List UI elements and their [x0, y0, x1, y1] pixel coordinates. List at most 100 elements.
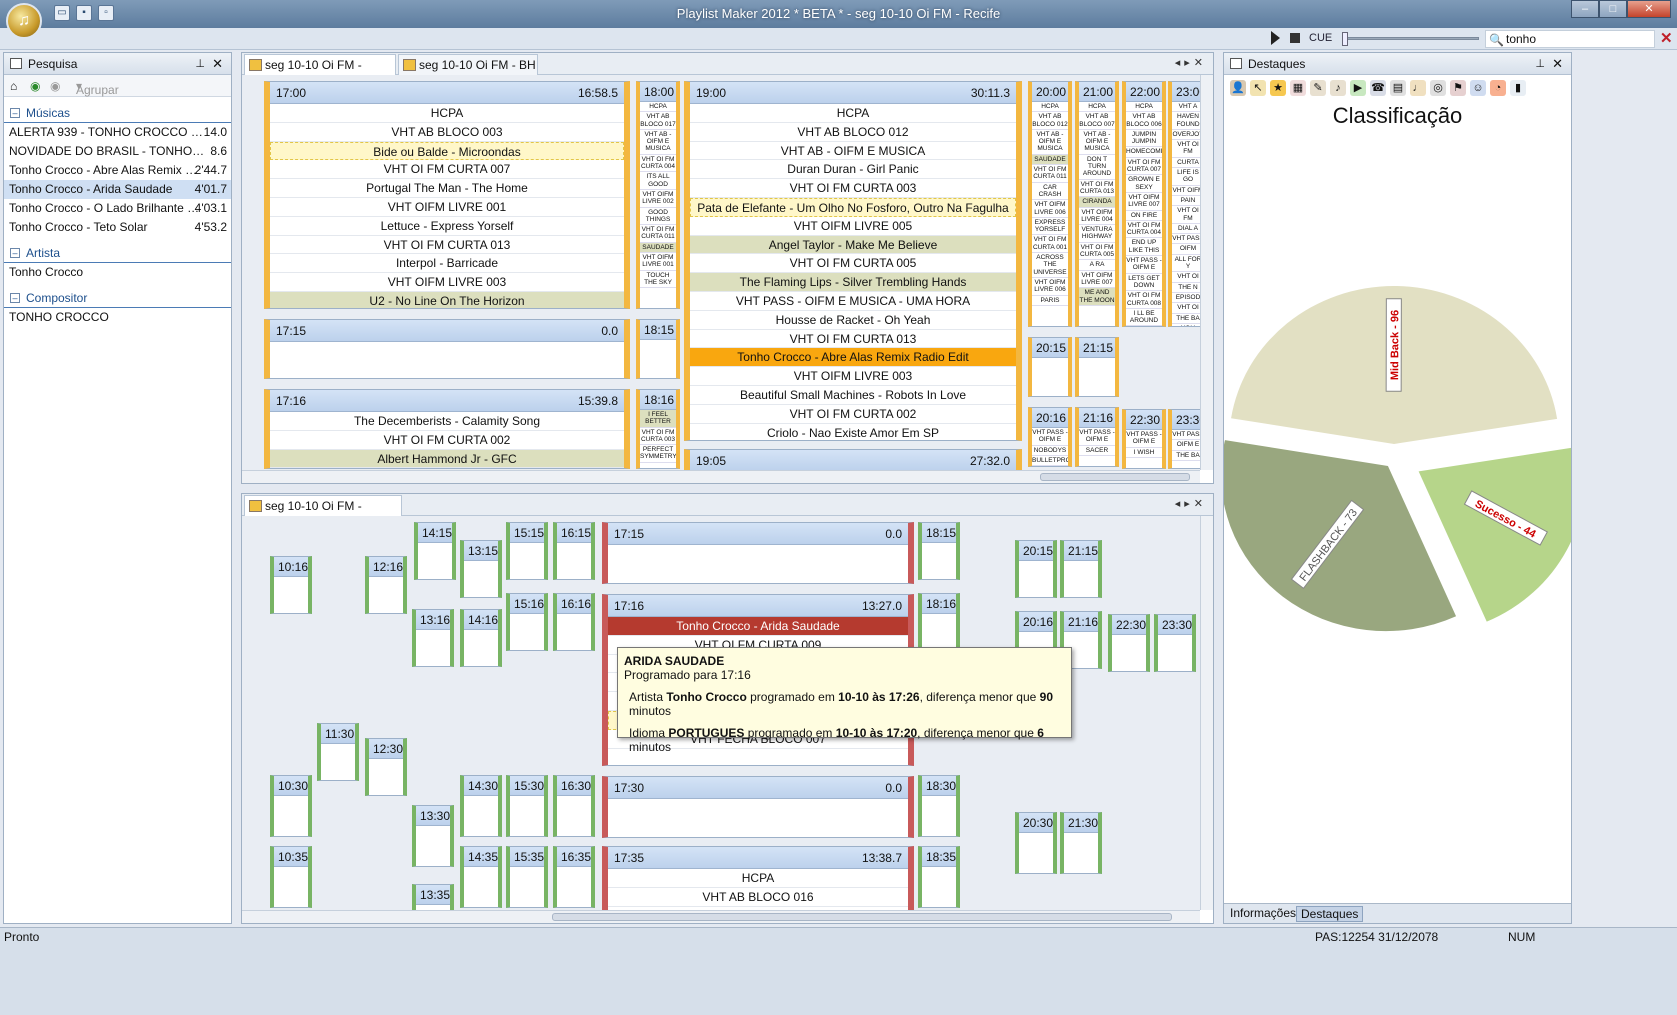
- schedule-column[interactable]: 14:35: [460, 846, 502, 908]
- column-item[interactable]: VHT OI FM CURTA 005: [1079, 243, 1115, 261]
- block-row[interactable]: Tonho Crocco - Arida Saudade: [608, 617, 908, 636]
- column-item[interactable]: VHT OIFM LIVRE 004: [1079, 208, 1115, 226]
- block-row[interactable]: Housse de Racket - Oh Yeah: [690, 311, 1016, 330]
- column-item[interactable]: VHT OI FM CURTA 004: [1126, 221, 1162, 239]
- tab-nav[interactable]: ◂▸✕: [1175, 497, 1207, 510]
- schedule-column[interactable]: 23:30: [1154, 614, 1196, 672]
- microphone-icon[interactable]: ♪: [1330, 80, 1346, 96]
- column-item[interactable]: VHT OI FM CURTA 001: [1032, 235, 1068, 254]
- schedule-block[interactable]: 17:15 0.0: [264, 319, 630, 379]
- schedule-column[interactable]: 12:30: [365, 738, 407, 796]
- column-item[interactable]: VHT AB - OIFM E MUSICA: [640, 130, 676, 155]
- schedule-column[interactable]: 18:16: [918, 593, 960, 651]
- column-item[interactable]: VHT AB BLOCO 012: [1032, 112, 1068, 130]
- schedule-column[interactable]: 18:30: [918, 775, 960, 837]
- play-circle-icon[interactable]: ▶: [1350, 80, 1366, 96]
- schedule-column[interactable]: 21:15: [1075, 337, 1119, 397]
- block-row[interactable]: VHT OI FM CURTA 013: [270, 236, 624, 255]
- block-row[interactable]: Lettuce - Express Yorself: [270, 217, 624, 236]
- block-row[interactable]: U2 - No Line On The Horizon: [270, 291, 624, 308]
- column-item[interactable]: ALL FOR Y: [1172, 255, 1200, 273]
- piano-icon[interactable]: ▤: [1390, 80, 1406, 96]
- block-row[interactable]: Tonho Crocco - Abre Alas Remix Radio Edi…: [690, 348, 1016, 368]
- column-item[interactable]: VHT OIFM LIVRE 007: [1126, 193, 1162, 211]
- schedule-column[interactable]: 13:35: [412, 884, 454, 910]
- column-item[interactable]: VHT OI FM: [1172, 206, 1200, 224]
- column-item[interactable]: VHT OI FM CURTA 008: [1126, 291, 1162, 309]
- block-row[interactable]: Portugal The Man - The Home: [270, 179, 624, 198]
- column-item[interactable]: ON FIRE: [1126, 211, 1162, 221]
- column-item[interactable]: VHT PASS - OIFM E: [1079, 428, 1115, 446]
- play-icon[interactable]: [1271, 31, 1280, 45]
- column-item[interactable]: LETS GET DOWN: [1126, 274, 1162, 292]
- clear-search-icon[interactable]: ✕: [1660, 29, 1673, 47]
- schedule-column[interactable]: 14:16: [460, 609, 502, 667]
- minimize-button[interactable]: –: [1571, 0, 1599, 18]
- column-item[interactable]: YOU: [1172, 324, 1200, 326]
- block-row[interactable]: VHT AB BLOCO 003: [270, 123, 624, 142]
- column-item[interactable]: GROWN E SEXY: [1126, 175, 1162, 193]
- schedule-block[interactable]: 17:30 0.0: [602, 776, 914, 838]
- block-row[interactable]: VHT OI FM CURTA 002: [270, 431, 624, 450]
- top-vscroll[interactable]: [1200, 75, 1213, 470]
- column-item[interactable]: VHT OIFM LIVRE 002: [640, 190, 676, 208]
- column-item[interactable]: CIRANDA: [1079, 197, 1115, 208]
- column-item[interactable]: OIFM E: [1172, 440, 1200, 451]
- block-row[interactable]: VHT OI FM CURTA 007: [270, 160, 624, 180]
- schedule-column[interactable]: 21:15: [1060, 540, 1102, 598]
- radio-icon[interactable]: ☎: [1370, 80, 1386, 96]
- hscroll-thumb[interactable]: [552, 913, 1172, 921]
- column-item[interactable]: ACROSS THE UNIVERSE: [1032, 253, 1068, 278]
- column-item[interactable]: THE N: [1172, 283, 1200, 293]
- section-composer[interactable]: – Compositor: [4, 288, 231, 308]
- column-item[interactable]: HCPA: [1126, 102, 1162, 113]
- block-row[interactable]: HCPA: [690, 104, 1016, 123]
- schedule-column[interactable]: 15:16: [506, 593, 548, 651]
- schedule-column[interactable]: 15:15: [506, 522, 548, 580]
- column-item[interactable]: VHT OIFM LIVRE 007: [1079, 271, 1115, 289]
- column-item[interactable]: VHT OI: [1172, 303, 1200, 314]
- column-item[interactable]: VHT AB BLOCO 017: [640, 112, 676, 130]
- column-item[interactable]: OVERJOY: [1172, 130, 1200, 141]
- schedule-column[interactable]: 16:16: [553, 593, 595, 651]
- composer-item[interactable]: TONHO CROCCO: [4, 308, 231, 327]
- song-item[interactable]: ALERTA 939 - TONHO CROCCO - O ... 14.0: [4, 123, 231, 142]
- column-item[interactable]: VHT A: [1172, 102, 1200, 113]
- schedule-column[interactable]: 20:00 HCPA VHT AB BLOCO 012 VHT AB - OIFM E…: [1028, 81, 1072, 327]
- tab-poa[interactable]: seg 10-10 Oi FM - POA✕: [244, 54, 396, 92]
- schedule-column[interactable]: 16:30: [553, 775, 595, 837]
- column-item[interactable]: CAR CRASH: [1032, 183, 1068, 201]
- schedule-block[interactable]: 19:00 30:11.3 HCPA VHT AB BLOCO 012 VHT AB -…: [684, 81, 1022, 441]
- column-item[interactable]: CURTA: [1172, 158, 1200, 169]
- block-row[interactable]: Beautiful Small Machines - Robots In Lov…: [690, 386, 1016, 405]
- column-item[interactable]: VHT AB BLOCO 007: [1079, 112, 1115, 130]
- column-item[interactable]: ME AND THE MOON: [1079, 288, 1115, 306]
- schedule-block[interactable]: 17:00 16:58.5 HCPA VHT AB BLOCO 003 Bide ou …: [264, 81, 630, 309]
- column-item[interactable]: VHT OI FM CURTA 007: [1126, 158, 1162, 176]
- app-menu-button[interactable]: ♫: [6, 3, 42, 39]
- top-hscroll[interactable]: [242, 470, 1200, 483]
- artist-item[interactable]: Tonho Crocco: [4, 263, 231, 282]
- block-row[interactable]: Duran Duran - Girl Panic: [690, 160, 1016, 180]
- column-item[interactable]: VHT OIFM LIVRE 006: [1032, 278, 1068, 296]
- column-item[interactable]: END UP LIKE THIS: [1126, 238, 1162, 257]
- column-item[interactable]: SACER: [1079, 446, 1115, 456]
- bar-chart-icon[interactable]: ▮: [1510, 80, 1526, 96]
- user-icon[interactable]: 👤: [1230, 80, 1246, 96]
- block-row[interactable]: HCPA: [270, 104, 624, 123]
- forward-icon[interactable]: ◉: [30, 79, 40, 93]
- column-item[interactable]: SAUDADE: [1032, 154, 1068, 166]
- song-item[interactable]: NOVIDADE DO BRASIL - TONHO CR... 8.6: [4, 142, 231, 161]
- column-item[interactable]: TOUCH THE SKY: [640, 271, 676, 289]
- column-item[interactable]: LIFE IS GO: [1172, 168, 1200, 186]
- block-row[interactable]: The Flaming Lips - Silver Trembling Hand…: [690, 273, 1016, 292]
- flag-icon[interactable]: ⚑: [1450, 80, 1466, 96]
- column-item[interactable]: VHT OIFM LIVRE 006: [1126, 326, 1162, 327]
- section-music[interactable]: – Músicas: [4, 103, 231, 123]
- column-item[interactable]: JUMPIN JUMPIN: [1126, 130, 1162, 148]
- schedule-column[interactable]: 14:30: [460, 775, 502, 837]
- column-item[interactable]: I LL BE AROUND: [1126, 309, 1162, 326]
- column-item[interactable]: VHT OI: [1172, 272, 1200, 283]
- calendar-icon[interactable]: ▦: [1290, 80, 1306, 96]
- schedule-column[interactable]: 21:30: [1060, 812, 1102, 874]
